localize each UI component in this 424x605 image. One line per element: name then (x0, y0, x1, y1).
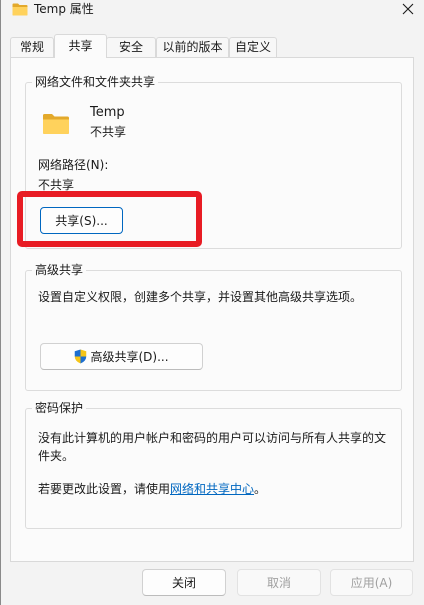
tab-security[interactable]: 安全 (106, 37, 156, 58)
network-path-label: 网络路径(N): (38, 158, 109, 172)
tab-previous-versions[interactable]: 以前的版本 (156, 37, 229, 58)
window-edge (0, 0, 1, 605)
change-setting-suffix: 。 (254, 482, 267, 496)
folder-name: Temp (90, 105, 125, 120)
network-sharing-group-label: 网络文件和文件夹共享 (32, 74, 159, 90)
apply-button[interactable]: 应用(A) (330, 569, 413, 596)
change-setting-text: 若要更改此设置，请使用网络和共享中心。 (38, 481, 266, 497)
advanced-sharing-description: 设置自定义权限，创建多个共享，并设置其他高级共享选项。 (38, 290, 363, 304)
window-title: Temp 属性 (34, 2, 94, 16)
advanced-sharing-button-label: 高级共享(D)... (90, 349, 169, 364)
uac-shield-icon (75, 349, 87, 364)
tab-sharing[interactable]: 共享 (54, 34, 107, 58)
password-protection-group (25, 408, 402, 529)
folder-icon (12, 3, 28, 16)
network-path-value: 不共享 (38, 178, 75, 192)
password-protection-group-label: 密码保护 (32, 400, 87, 416)
tab-customize[interactable]: 自定义 (229, 37, 277, 58)
close-icon[interactable] (401, 2, 415, 16)
advanced-sharing-group-label: 高级共享 (32, 262, 87, 278)
folder-icon (43, 114, 69, 134)
close-button[interactable]: 关闭 (142, 569, 226, 596)
advanced-sharing-button[interactable]: 高级共享(D)... (40, 343, 203, 370)
network-sharing-center-link[interactable]: 网络和共享中心 (170, 482, 254, 496)
password-protection-description-line: 没有此计算机的用户帐户和密码的用户可以访问与所有人共享的文 (38, 431, 387, 445)
share-button[interactable]: 共享(S)... (40, 207, 123, 234)
folder-share-status: 不共享 (90, 125, 127, 139)
tab-general[interactable]: 常规 (10, 37, 54, 58)
password-protection-description-line: 件夹。 (38, 449, 75, 463)
change-setting-prefix: 若要更改此设置，请使用 (38, 482, 171, 496)
cancel-button[interactable]: 取消 (237, 569, 321, 596)
